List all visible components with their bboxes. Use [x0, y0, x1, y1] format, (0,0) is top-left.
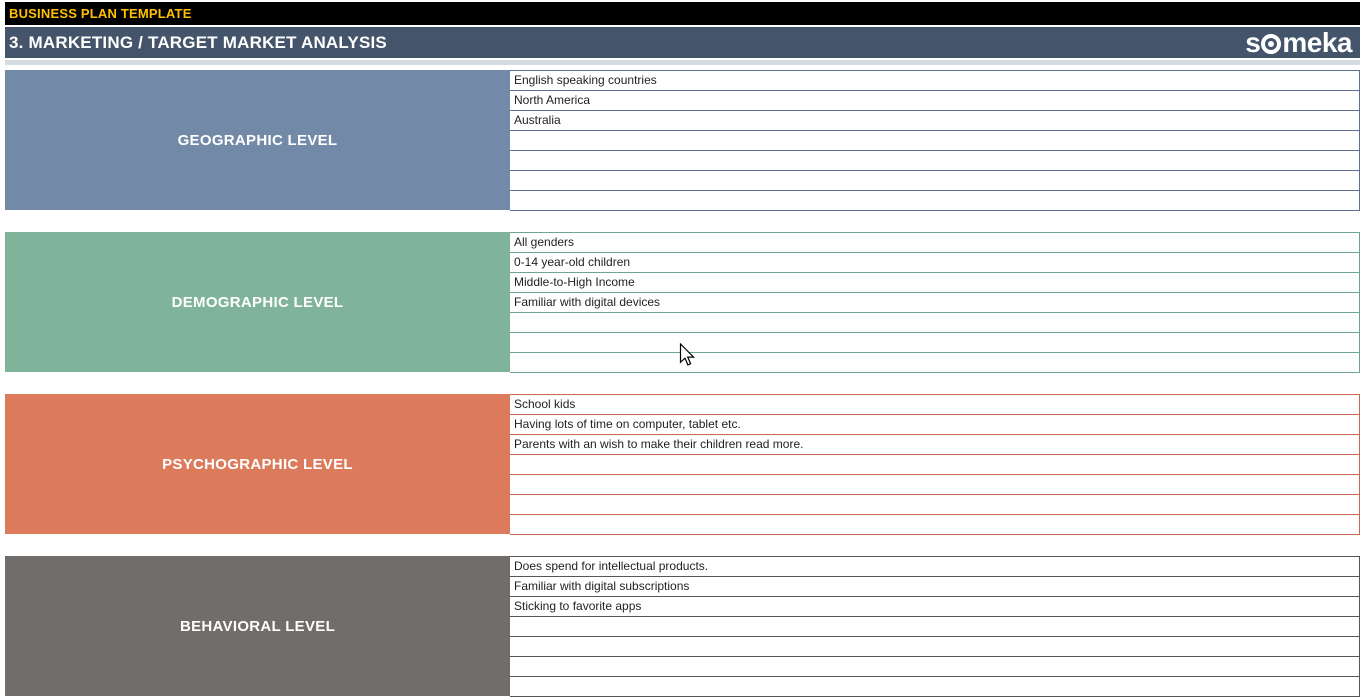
behavioral-cell-5[interactable] — [510, 637, 1360, 657]
psychographic-cell-6[interactable] — [510, 495, 1360, 515]
section-psychographic: PSYCHOGRAPHIC LEVEL School kids Having l… — [5, 394, 1360, 535]
section-header-bar: 3. MARKETING / TARGET MARKET ANALYSIS sm… — [5, 27, 1360, 58]
demographic-label-block[interactable]: DEMOGRAPHIC LEVEL — [5, 232, 510, 372]
psychographic-cell-1[interactable]: School kids — [510, 395, 1360, 415]
geographic-cell-5[interactable] — [510, 151, 1360, 171]
demographic-rows: All genders 0-14 year-old children Middl… — [510, 232, 1360, 373]
logo-text-pre: s — [1245, 26, 1261, 58]
geographic-label-block[interactable]: GEOGRAPHIC LEVEL — [5, 70, 510, 210]
geographic-cell-2[interactable]: North America — [510, 91, 1360, 111]
section-behavioral: BEHAVIORAL LEVEL Does spend for intellec… — [5, 556, 1360, 697]
behavioral-cell-2[interactable]: Familiar with digital subscriptions — [510, 577, 1360, 597]
psychographic-cell-3[interactable]: Parents with an wish to make their child… — [510, 435, 1360, 455]
geographic-cell-3[interactable]: Australia — [510, 111, 1360, 131]
section-demographic: DEMOGRAPHIC LEVEL All genders 0-14 year-… — [5, 232, 1360, 373]
behavioral-rows: Does spend for intellectual products. Fa… — [510, 556, 1360, 697]
section-geographic: GEOGRAPHIC LEVEL English speaking countr… — [5, 70, 1360, 211]
psychographic-cell-7[interactable] — [510, 515, 1360, 535]
section-label: BEHAVIORAL LEVEL — [179, 617, 336, 635]
logo-bullseye-icon — [1261, 33, 1282, 54]
spreadsheet-page: BUSINESS PLAN TEMPLATE 3. MARKETING / TA… — [0, 0, 1365, 700]
psychographic-cell-5[interactable] — [510, 475, 1360, 495]
divider-strip — [5, 60, 1360, 65]
geographic-cell-6[interactable] — [510, 171, 1360, 191]
geographic-cell-4[interactable] — [510, 131, 1360, 151]
geographic-cell-7[interactable] — [510, 191, 1360, 211]
psychographic-rows: School kids Having lots of time on compu… — [510, 394, 1360, 535]
psychographic-label-block[interactable]: PSYCHOGRAPHIC LEVEL — [5, 394, 510, 534]
section-label: GEOGRAPHIC LEVEL — [177, 131, 338, 149]
demographic-cell-2[interactable]: 0-14 year-old children — [510, 253, 1360, 273]
demographic-cell-7[interactable] — [510, 353, 1360, 373]
behavioral-cell-1[interactable]: Does spend for intellectual products. — [510, 557, 1360, 577]
demographic-cell-4[interactable]: Familiar with digital devices — [510, 293, 1360, 313]
geographic-rows: English speaking countries North America… — [510, 70, 1360, 211]
psychographic-cell-4[interactable] — [510, 455, 1360, 475]
template-title: BUSINESS PLAN TEMPLATE — [9, 6, 192, 21]
demographic-cell-3[interactable]: Middle-to-High Income — [510, 273, 1360, 293]
demographic-cell-1[interactable]: All genders — [510, 233, 1360, 253]
template-title-bar: BUSINESS PLAN TEMPLATE — [5, 2, 1360, 25]
section-label: PSYCHOGRAPHIC LEVEL — [162, 455, 353, 473]
psychographic-cell-2[interactable]: Having lots of time on computer, tablet … — [510, 415, 1360, 435]
behavioral-cell-4[interactable] — [510, 617, 1360, 637]
behavioral-cell-7[interactable] — [510, 677, 1360, 697]
someka-logo: s meka — [1245, 26, 1352, 58]
page-title: 3. MARKETING / TARGET MARKET ANALYSIS — [9, 32, 387, 52]
behavioral-cell-6[interactable] — [510, 657, 1360, 677]
logo-text-post: meka — [1282, 26, 1352, 58]
demographic-cell-5[interactable] — [510, 313, 1360, 333]
behavioral-cell-3[interactable]: Sticking to favorite apps — [510, 597, 1360, 617]
behavioral-label-block[interactable]: BEHAVIORAL LEVEL — [5, 556, 510, 696]
section-label: DEMOGRAPHIC LEVEL — [171, 293, 344, 311]
demographic-cell-6[interactable] — [510, 333, 1360, 353]
geographic-cell-1[interactable]: English speaking countries — [510, 71, 1360, 91]
